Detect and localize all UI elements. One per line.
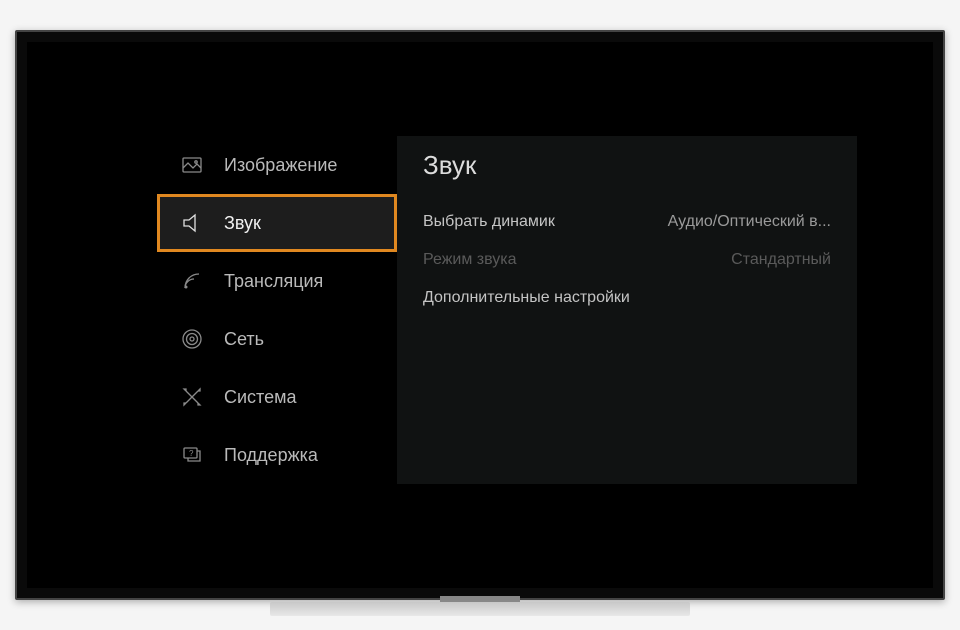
system-icon [178, 383, 206, 411]
sidebar-item-picture[interactable]: Изображение [157, 136, 397, 194]
svg-text:?: ? [189, 449, 194, 458]
support-icon: ? [178, 441, 206, 469]
sidebar-item-label: Изображение [224, 155, 337, 176]
setting-value: Аудио/Оптический в... [668, 213, 831, 231]
setting-label: Выбрать динамик [423, 213, 555, 231]
settings-menu: Изображение Звук Трансляция [157, 136, 857, 484]
sidebar-item-broadcast[interactable]: Трансляция [157, 252, 397, 310]
settings-sidebar: Изображение Звук Трансляция [157, 136, 397, 484]
sidebar-item-sound[interactable]: Звук [157, 194, 397, 252]
content-title: Звук [423, 150, 831, 181]
tv-screen: Изображение Звук Трансляция [27, 42, 933, 588]
sidebar-item-network[interactable]: Сеть [157, 310, 397, 368]
sidebar-item-label: Звук [224, 213, 261, 234]
network-icon [178, 325, 206, 353]
setting-row-output[interactable]: Выбрать динамик Аудио/Оптический в... [423, 203, 831, 241]
tv-stand [270, 602, 690, 616]
setting-row-advanced[interactable]: Дополнительные настройки [423, 279, 831, 317]
broadcast-icon [178, 267, 206, 295]
image-icon [178, 151, 206, 179]
sidebar-item-label: Сеть [224, 329, 264, 350]
sidebar-item-label: Поддержка [224, 445, 318, 466]
sidebar-item-label: Система [224, 387, 297, 408]
speaker-icon [178, 209, 206, 237]
setting-row-mode: Режим звука Стандартный [423, 241, 831, 279]
sidebar-item-label: Трансляция [224, 271, 323, 292]
tv-frame: Изображение Звук Трансляция [15, 30, 945, 600]
sidebar-item-support[interactable]: ? Поддержка [157, 426, 397, 484]
setting-label: Режим звука [423, 251, 517, 269]
setting-label: Дополнительные настройки [423, 289, 630, 307]
sidebar-item-system[interactable]: Система [157, 368, 397, 426]
setting-value: Стандартный [731, 251, 831, 269]
content-panel: Звук Выбрать динамик Аудио/Оптический в.… [397, 136, 857, 484]
